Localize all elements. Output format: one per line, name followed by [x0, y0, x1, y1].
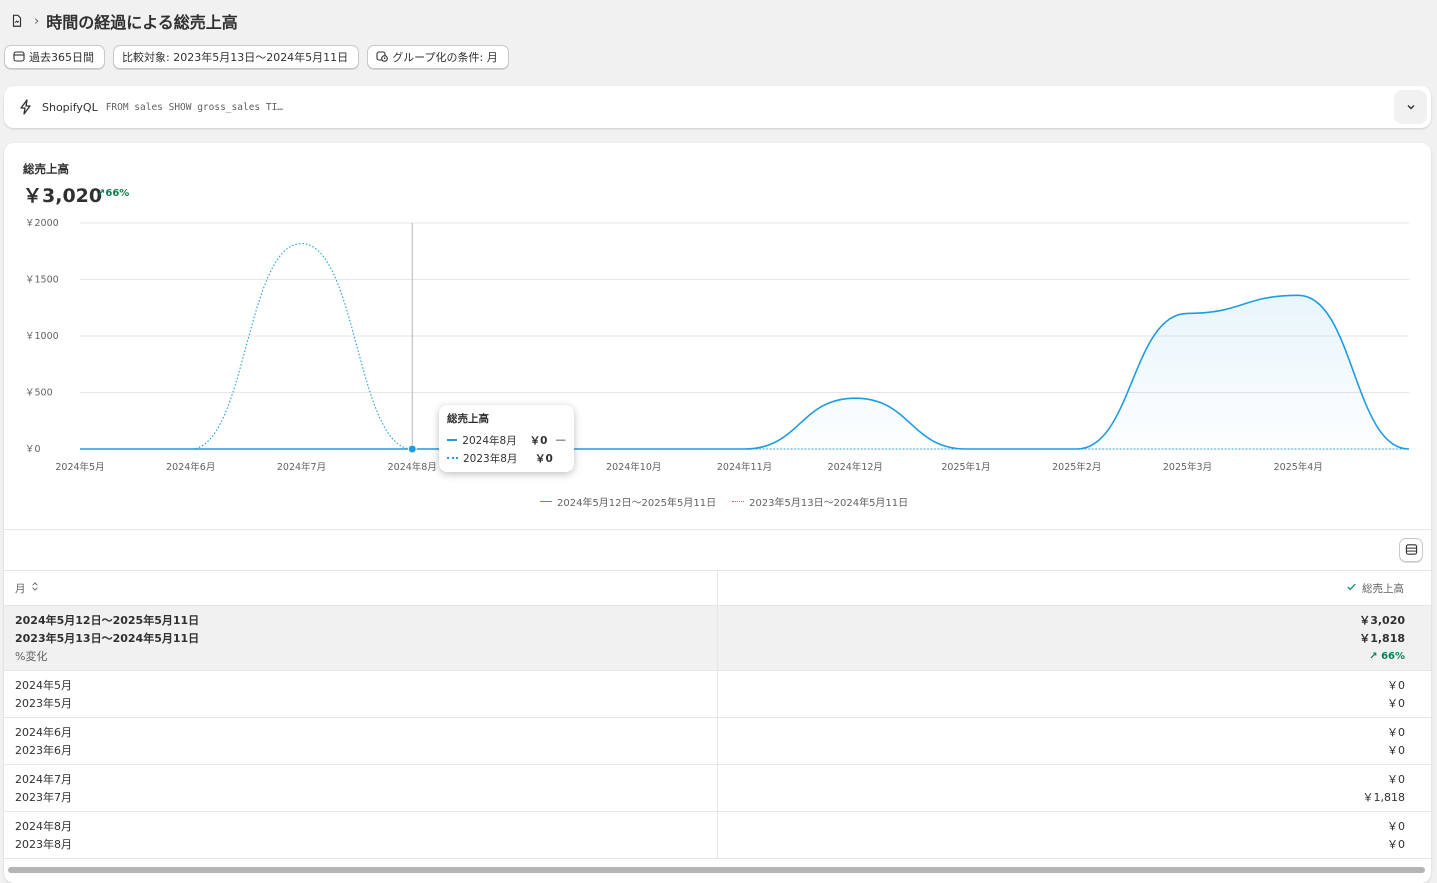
- breadcrumb: › 時間の経過による総売上高: [10, 10, 238, 32]
- solid-line-swatch: [540, 501, 552, 502]
- row-previous-month: 2023年6月: [15, 744, 72, 757]
- sort-icon[interactable]: [31, 581, 39, 595]
- dotted-line-swatch: [732, 501, 745, 502]
- row-previous-value: ￥0: [1387, 838, 1405, 851]
- row-previous-value: ￥1,818: [1362, 791, 1406, 804]
- x-tick-label: 2025年3月: [1163, 461, 1212, 473]
- column-label: 総売上高: [1362, 582, 1404, 595]
- x-tick-label: 2024年12月: [828, 461, 883, 473]
- column-label: 月: [15, 582, 26, 595]
- summary-current-label: 2024年5月12日〜2025年5月11日: [15, 614, 200, 627]
- series-area-fill: [80, 295, 1409, 449]
- table-summary-row: 2024年5月12日〜2025年5月11日 2023年5月13日〜2024年5月…: [4, 606, 1431, 671]
- horizontal-scrollbar[interactable]: [8, 867, 1425, 873]
- tooltip-row-previous: 2023年8月 ￥0: [447, 449, 566, 467]
- summary-previous-label: 2023年5月13日〜2024年5月11日: [15, 632, 200, 645]
- row-current-value: ￥0: [1387, 726, 1405, 739]
- y-tick-label: ￥1000: [25, 331, 59, 342]
- shopifyql-label: ShopifyQL: [42, 100, 98, 114]
- expand-query-button[interactable]: [1394, 90, 1427, 124]
- calendar-clock-icon: [376, 50, 389, 65]
- x-tick-label: 2025年4月: [1274, 461, 1323, 473]
- legend-label: 2023年5月13日〜2024年5月11日: [749, 498, 909, 509]
- row-previous-month: 2023年7月: [15, 791, 72, 804]
- x-tick-label: 2025年1月: [941, 461, 990, 473]
- tooltip-row-value: ￥0: [535, 452, 553, 465]
- x-tick-label: 2024年6月: [166, 461, 215, 473]
- hover-point: [407, 444, 417, 454]
- grouping-button[interactable]: グループ化の条件: 月: [367, 45, 509, 69]
- tooltip-row-label: 2024年8月: [462, 434, 517, 447]
- tooltip-row-value: ￥0: [529, 434, 548, 447]
- tooltip-row-change: —: [555, 434, 567, 446]
- legend-item-previous[interactable]: 2023年5月13日〜2024年5月11日: [732, 494, 908, 509]
- x-tick-label: 2024年5月: [55, 461, 104, 473]
- comparison-label: 比較対象: 2023年5月13日〜2024年5月11日: [122, 51, 349, 64]
- table-header: 月 総売上高: [4, 570, 1431, 606]
- summary-current-value: ￥3,020: [1359, 614, 1405, 627]
- row-current-month: 2024年8月: [15, 820, 72, 833]
- y-tick-label: ￥0: [25, 444, 41, 455]
- x-tick-label: 2025年2月: [1052, 461, 1101, 473]
- date-range-button[interactable]: 過去365日間: [4, 45, 105, 69]
- chevron-down-icon: [1405, 98, 1417, 117]
- summary-previous-value: ￥1,818: [1359, 632, 1405, 645]
- x-tick-label: 2024年10月: [606, 461, 661, 473]
- dotted-line-swatch: [447, 457, 458, 459]
- row-current-value: ￥0: [1387, 679, 1405, 692]
- row-previous-value: ￥0: [1387, 697, 1405, 710]
- table-view-button[interactable]: [1399, 538, 1423, 562]
- chart-tooltip: 総売上高 2024年8月 ￥0 — 2023年8月 ￥0: [439, 405, 574, 472]
- table-row[interactable]: 2024年7月 2023年7月 ￥0 ￥1,818: [4, 765, 1431, 812]
- table-row[interactable]: 2024年5月 2023年5月 ￥0 ￥0: [4, 671, 1431, 718]
- x-tick-label: 2024年8月: [388, 461, 437, 473]
- summary-change-label: %変化: [15, 650, 48, 663]
- comparison-button[interactable]: 比較対象: 2023年5月13日〜2024年5月11日: [113, 45, 360, 69]
- y-tick-label: ￥1500: [25, 275, 59, 286]
- y-tick-label: ￥500: [25, 388, 53, 399]
- solid-line-swatch: [447, 439, 458, 441]
- sales-line-chart[interactable]: ￥0 ￥500 ￥1000 ￥1500 ￥2000 2024年5月 2024年6月 2024年…: [4, 143, 1431, 523]
- table-row[interactable]: 2024年6月 2023年6月 ￥0 ￥0: [4, 718, 1431, 765]
- y-tick-label: ￥2000: [25, 218, 59, 229]
- row-current-month: 2024年6月: [15, 726, 72, 739]
- chart-legend: 2024年5月12日〜2025年5月11日 2023年5月13日〜2024年5月…: [540, 494, 908, 509]
- row-current-value: ￥0: [1387, 773, 1405, 786]
- row-current-value: ￥0: [1387, 820, 1405, 833]
- summary-change-value: ↗ 66%: [1369, 651, 1405, 662]
- x-tick-label: 2024年7月: [277, 461, 326, 473]
- arrow-up-right-icon: ↗: [1369, 651, 1382, 662]
- row-previous-month: 2023年5月: [15, 697, 72, 710]
- query-code[interactable]: FROM sales SHOW gross_sales TI…: [106, 102, 283, 113]
- shopifyql-editor[interactable]: ShopifyQL FROM sales SHOW gross_sales TI…: [4, 86, 1431, 128]
- grouping-label: グループ化の条件: 月: [392, 51, 498, 64]
- column-header-month[interactable]: 月: [4, 571, 718, 605]
- calendar-icon: [13, 50, 25, 65]
- row-previous-month: 2023年8月: [15, 838, 72, 851]
- row-previous-value: ￥0: [1387, 744, 1405, 757]
- row-current-month: 2024年7月: [15, 773, 72, 786]
- sales-table: 月 総売上高 2024年5月12日〜2025年5月11日 2023年5月13日〜…: [4, 570, 1431, 859]
- lightning-icon: [18, 99, 34, 115]
- row-current-month: 2024年5月: [15, 679, 72, 692]
- section-divider: [4, 529, 1431, 530]
- date-range-label: 過去365日間: [29, 51, 94, 64]
- legend-label: 2024年5月12日〜2025年5月11日: [557, 498, 717, 509]
- tooltip-row-current: 2024年8月 ￥0 —: [447, 431, 566, 449]
- report-document-icon[interactable]: [10, 13, 26, 29]
- tooltip-row-label: 2023年8月: [463, 452, 518, 465]
- tooltip-title: 総売上高: [447, 413, 489, 425]
- filter-bar: 過去365日間 比較対象: 2023年5月13日〜2024年5月11日 グループ…: [4, 45, 509, 69]
- page-title: 時間の経過による総売上高: [46, 13, 238, 32]
- x-tick-label: 2024年11月: [717, 461, 772, 473]
- table-row[interactable]: 2024年8月 2023年8月 ￥0 ￥0: [4, 812, 1431, 859]
- report-card: 総売上高 ￥3,020 ↗66% ￥0 ￥500 ￥1000 ￥1500 ￥2000 20…: [4, 143, 1431, 883]
- table-icon: [1405, 541, 1418, 560]
- check-icon: [1346, 581, 1357, 595]
- legend-item-current[interactable]: 2024年5月12日〜2025年5月11日: [540, 494, 716, 509]
- chevron-right-icon: ›: [34, 13, 40, 29]
- column-header-gross-sales[interactable]: 総売上高: [718, 571, 1431, 605]
